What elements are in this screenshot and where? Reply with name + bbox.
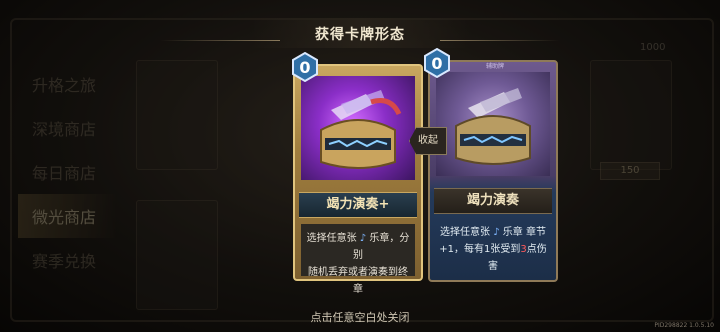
music-note-icon: ♪ [359,233,367,244]
close-hint: 点击任意空白处关闭 [310,311,410,324]
collapse-button[interactable]: 收起 [409,127,447,155]
card-description: 选择任意张 ♪ 乐章 章节 +1，每有1张受到3点伤害 [436,218,550,281]
card-base[interactable]: 辅助牌 竭力演奏 选择任意张 ♪ 乐章 章节 +1，每有1张受到3点伤害 [428,60,558,282]
card-description: 选择任意张 ♪ 乐章，分别 随机丢弃或者演奏到终章 [301,224,415,295]
card-cost: 0 [299,58,311,77]
version-label: PID298822 1.0.5.10 [654,322,714,329]
card-name: 竭力演奏+ [299,192,417,218]
card-art [436,72,550,176]
card-name: 竭力演奏 [434,188,552,214]
card-art [301,76,415,180]
desc-line: 选择任意张 [440,227,491,238]
popup-title: 获得卡牌形态 [315,27,405,43]
desc-line: +1，每有1张受到 [439,244,521,255]
card-upgraded[interactable]: 竭力演奏+ 选择任意张 ♪ 乐章，分别 随机丢弃或者演奏到终章 [293,64,423,295]
desc-line: 乐章 章节 [502,227,546,238]
card-cost: 0 [431,54,443,73]
desc-line: 选择任意张 [306,233,357,244]
game-screen[interactable]: 升格之旅 深境商店 每日商店 微光商店 赛季兑换 150 1000 获得卡牌形态… [0,0,720,332]
music-note-icon: ♪ [493,227,500,238]
card-type-tag: 辅助牌 [485,63,504,70]
helmet-feather-icon [455,88,531,165]
helmet-feather-icon [320,90,402,169]
